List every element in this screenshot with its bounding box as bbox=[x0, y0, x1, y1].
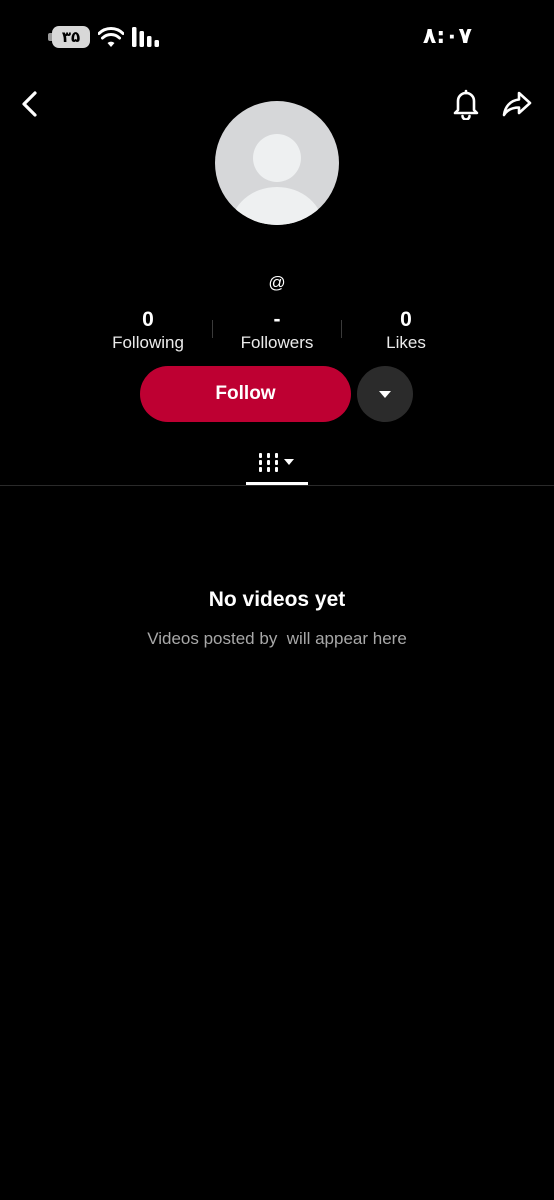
share-icon bbox=[502, 91, 532, 117]
share-button[interactable] bbox=[495, 82, 539, 126]
battery-level: ۳۵ bbox=[52, 26, 90, 48]
profile-screen: ۳۵ ۸:۰۷ @ 0 Following - Followers 0 Like… bbox=[0, 0, 554, 1200]
stat-likes[interactable]: 0 Likes bbox=[346, 308, 466, 354]
likes-label: Likes bbox=[386, 333, 426, 352]
default-avatar-icon[interactable] bbox=[215, 101, 339, 225]
back-button[interactable] bbox=[8, 82, 52, 126]
likes-count: 0 bbox=[400, 308, 412, 331]
stat-divider bbox=[341, 320, 342, 338]
suggested-accounts-button[interactable] bbox=[357, 366, 413, 422]
back-arrow-icon bbox=[22, 91, 37, 117]
grid-filter-icon bbox=[259, 453, 294, 472]
stat-divider bbox=[212, 320, 213, 338]
stat-followers[interactable]: - Followers bbox=[217, 308, 337, 354]
username: @ bbox=[268, 273, 286, 292]
notifications-button[interactable] bbox=[444, 82, 488, 126]
wifi-icon bbox=[98, 27, 124, 47]
bell-icon bbox=[453, 89, 479, 120]
stat-following[interactable]: 0 Following bbox=[88, 308, 208, 354]
following-label: Following bbox=[112, 333, 184, 352]
followers-count: - bbox=[273, 308, 281, 331]
caret-down-icon bbox=[379, 391, 391, 398]
signal-icon bbox=[132, 27, 159, 47]
empty-state-subtitle: Videos posted by will appear here bbox=[147, 629, 407, 648]
status-time: ۸:۰۷ bbox=[422, 24, 472, 49]
status-bar: ۳۵ ۸:۰۷ bbox=[0, 0, 554, 76]
follow-button[interactable]: Follow bbox=[140, 366, 351, 422]
tab-divider bbox=[0, 485, 554, 486]
tab-videos[interactable] bbox=[246, 443, 308, 485]
followers-label: Followers bbox=[240, 333, 314, 352]
empty-state-title: No videos yet bbox=[208, 588, 346, 611]
battery-icon: ۳۵ bbox=[48, 26, 90, 48]
following-count: 0 bbox=[142, 308, 154, 331]
